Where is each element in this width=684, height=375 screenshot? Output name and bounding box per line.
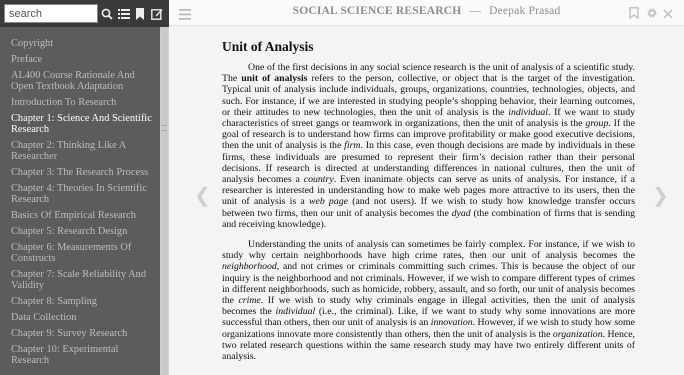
- sidebar-toolbar: [0, 0, 169, 27]
- toc-item[interactable]: Chapter 6: Measurements Of Constructs: [0, 239, 160, 266]
- toc-item[interactable]: Preface: [0, 51, 160, 67]
- gear-icon[interactable]: [646, 6, 657, 19]
- next-page-arrow[interactable]: ❯: [652, 183, 669, 207]
- sidebar-scrollbar[interactable]: [160, 27, 169, 375]
- bookmark-icon[interactable]: [133, 4, 149, 23]
- resize-grip[interactable]: [161, 125, 167, 131]
- toc-item[interactable]: Introduction To Research: [0, 94, 160, 110]
- toc-item[interactable]: Chapter 3: The Research Process: [0, 164, 160, 180]
- close-icon[interactable]: [663, 6, 674, 19]
- paragraph-1: One of the first decisions in any social…: [222, 62, 636, 230]
- bookmark-icon[interactable]: [629, 6, 640, 20]
- toc-item[interactable]: Copyright: [0, 35, 160, 51]
- scroll-thumb[interactable]: [161, 27, 168, 375]
- toc-item[interactable]: Chapter 4: Theories In Scientific Resear…: [0, 180, 160, 207]
- table-of-contents: Copyright Preface AL400 Course Rationale A…: [0, 35, 160, 375]
- toc-item[interactable]: Chapter 2: Thinking Like A Researcher: [0, 137, 160, 164]
- toc-item[interactable]: Data Collection: [0, 309, 160, 325]
- book-title: SOCIAL SCIENCE RESEARCH: [292, 5, 462, 17]
- toc-item[interactable]: AL400 Course Rationale And Open Textbook…: [0, 67, 160, 94]
- book-author: Deepak Prasad: [489, 5, 561, 17]
- list-icon[interactable]: [116, 4, 132, 23]
- paragraph-2: Understanding the units of analysis can …: [222, 239, 635, 363]
- book-header: SOCIAL SCIENCE RESEARCH — Deepak Prasad: [169, 5, 684, 17]
- toc-item[interactable]: Chapter 7: Scale Reliability And Validit…: [0, 266, 160, 293]
- previous-page-arrow[interactable]: ❮: [194, 183, 211, 207]
- search-icon[interactable]: [99, 4, 115, 23]
- section-heading: Unit of Analysis: [222, 39, 314, 54]
- toc-item[interactable]: Chapter 5: Research Design: [0, 223, 160, 239]
- search-input[interactable]: [4, 4, 98, 23]
- toc-item[interactable]: Basics Of Empirical Research: [0, 207, 160, 223]
- toc-item[interactable]: Chapter 10: Experimental Research: [0, 341, 160, 368]
- toc-item[interactable]: Chapter 9: Survey Research: [0, 325, 160, 341]
- title-separator: —: [469, 5, 482, 17]
- edit-icon[interactable]: [149, 4, 165, 23]
- page-content: Unit of Analysis One of the first decisi…: [222, 39, 635, 371]
- header: SOCIAL SCIENCE RESEARCH — Deepak Prasad: [169, 0, 684, 26]
- toc-item[interactable]: Chapter 8: Sampling: [0, 293, 160, 309]
- sidebar: CopyrightPrefaceAL400 Course Rationale A…: [0, 0, 169, 375]
- toc-item[interactable]: Chapter 1: Science And Scientific Resear…: [0, 110, 160, 137]
